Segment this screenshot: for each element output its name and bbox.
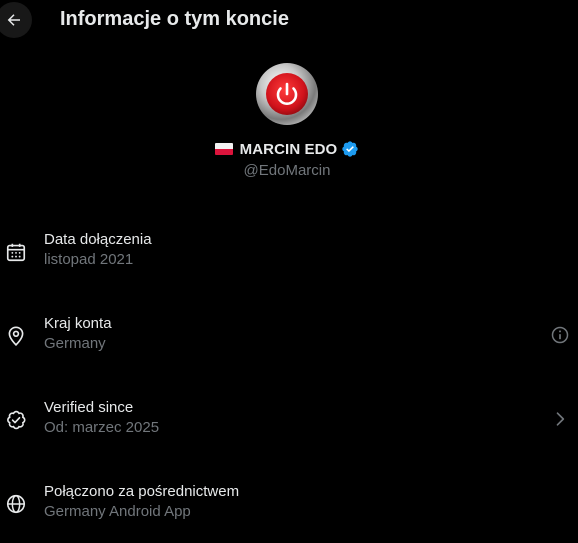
row-label: Data dołączenia [44, 231, 152, 248]
row-verified-since[interactable]: Verified since Od: marzec 2025 [0, 399, 578, 459]
profile-summary: MARCIN EDO @EdoMarcin [0, 62, 574, 179]
poland-flag-icon [214, 143, 233, 155]
page-title: Informacje o tym koncie [60, 8, 289, 30]
row-label: Kraj konta [44, 315, 112, 332]
row-label: Verified since [44, 399, 134, 416]
row-value: Germany Android App [44, 503, 191, 520]
verified-badge-icon [342, 141, 359, 157]
chevron-right-icon [556, 412, 565, 426]
header: Informacje o tym koncie [0, 0, 578, 40]
avatar[interactable] [255, 62, 319, 126]
row-label: Połączono za pośrednictwem [44, 483, 240, 500]
row-value: listopad 2021 [44, 251, 134, 268]
name-row: MARCIN EDO [0, 138, 574, 160]
row-connected-via: Połączono za pośrednictwem Germany Andro… [0, 483, 578, 543]
back-button[interactable] [0, 2, 32, 38]
calendar-icon [6, 243, 26, 262]
row-account-country: Kraj konta Germany [0, 315, 578, 375]
row-value: Od: marzec 2025 [44, 419, 160, 436]
display-name: MARCIN EDO [239, 140, 338, 158]
handle: @EdoMarcin [243, 162, 331, 179]
row-join-date: Data dołączenia listopad 2021 [0, 231, 578, 291]
verified-check-icon [7, 410, 26, 430]
arrow-left-icon [7, 14, 20, 26]
location-pin-icon [8, 326, 24, 347]
row-value: Germany [44, 335, 106, 352]
info-icon[interactable] [550, 325, 570, 345]
globe-icon [6, 494, 26, 514]
